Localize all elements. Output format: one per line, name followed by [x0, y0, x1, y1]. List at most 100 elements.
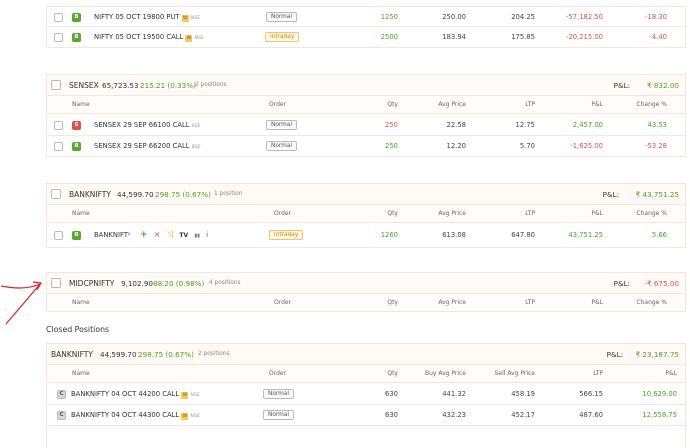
col-avg-price: Avg Price	[438, 210, 466, 217]
col-ltp: LTP	[525, 101, 535, 108]
col-avg-price: Avg Price	[438, 299, 466, 306]
table-row[interactable]: C BANKNIFTY 04 OCT 44300 CALL W NSE Norm…	[46, 405, 686, 426]
exchange-label: NSE	[190, 16, 201, 21]
instrument-name[interactable]: SENSEX 29 SEP 66200 CALL	[94, 142, 190, 150]
exchange-label: NSE	[190, 414, 200, 419]
ltp-value: 175.85	[511, 33, 535, 41]
table-row[interactable]: B NIFTY 05 OCT 19500 CALL W NSE Intraday…	[46, 27, 686, 48]
table-header: Name Order Qty Avg Price LTP P&L Change …	[46, 294, 686, 312]
change-value: -53.28	[645, 142, 667, 150]
col-avg-price: Avg Price	[438, 101, 466, 108]
exit-icon[interactable]: ×	[154, 230, 161, 239]
buy-badge: B	[72, 33, 81, 42]
exchange-label: NSE	[194, 36, 204, 41]
row-checkbox[interactable]	[54, 121, 63, 130]
avg-price-value: 183.94	[442, 33, 466, 41]
col-order: Order	[274, 299, 292, 306]
table-row[interactable]: C BANKNIFTY 04 OCT 44200 CALL W NSE Norm…	[46, 384, 686, 405]
instrument-name[interactable]: BANKNIFTʸ	[94, 231, 130, 239]
pnl-value: 43,751.25	[568, 231, 603, 239]
group-header-midcpnifty[interactable]: MIDCPNIFTY 9,102.90 88.20 (0.98%) 4 posi…	[46, 272, 686, 294]
qty-value: 250	[385, 142, 398, 150]
instrument-name[interactable]: NIFTY 05 OCT 19800 PUT	[94, 13, 180, 21]
instrument-name[interactable]: BANKNIFTY 04 OCT 44200 CALL	[71, 390, 179, 398]
row-actions: + × ⤨ TV ▮▮ i	[140, 230, 212, 240]
group-pnl-value: -₹ 675.00	[644, 279, 679, 288]
info-icon[interactable]: i	[206, 231, 208, 239]
weekly-badge: W	[181, 392, 189, 399]
instrument-name[interactable]: NIFTY 05 OCT 19500 CALL	[94, 33, 183, 41]
table-header: Name Order Qty Buy Avg Price Sell Avg Pr…	[46, 365, 686, 383]
col-ltp: LTP	[593, 370, 603, 377]
qty-value: 630	[385, 411, 398, 419]
group-price: 44,599.70	[117, 190, 154, 199]
buy-badge: B	[72, 231, 81, 240]
row-checkbox[interactable]	[54, 142, 63, 151]
group-pnl-value: ₹ 23,187.75	[635, 350, 679, 359]
group-header-closed-banknifty[interactable]: BANKNIFTY 44,599.70 298.75 (0.67%) 2 pos…	[46, 343, 686, 365]
add-icon[interactable]: +	[140, 230, 148, 240]
group-checkbox[interactable]	[51, 80, 61, 90]
exchange-label: NSE	[190, 393, 200, 398]
ltp-value: 566.15	[579, 390, 603, 398]
option-chain-icon[interactable]: ▮▮	[194, 233, 200, 239]
sell-avg-value: 458.19	[511, 390, 535, 398]
row-checkbox[interactable]	[54, 231, 63, 240]
ltp-value: 12.75	[515, 121, 535, 129]
pnl-value: -1,625.00	[570, 142, 603, 150]
ltp-value: 204.25	[511, 13, 535, 21]
order-type-tag: Normal	[266, 120, 297, 130]
group-change: 298.75 (0.67%)	[155, 190, 211, 199]
order-type-tag: Normal	[263, 410, 294, 420]
group-header-sensex[interactable]: SENSEX 65,723.53 215.21 (0.33%) 2 positi…	[46, 74, 686, 96]
sell-avg-value: 452.17	[511, 411, 535, 419]
sell-badge: S	[72, 121, 81, 130]
table-row[interactable]: B NIFTY 05 OCT 19800 PUT W NSE Normal 12…	[46, 6, 686, 27]
table-row[interactable]: B SENSEX 29 SEP 66200 CALL BSE Normal 25…	[46, 136, 686, 157]
instrument-name[interactable]: SENSEX 29 SEP 66100 CALL	[94, 121, 190, 129]
group-change: 88.20 (0.98%)	[153, 279, 205, 288]
col-qty: Qty	[387, 299, 398, 306]
col-order: Order	[274, 210, 292, 217]
col-pnl: P&L	[591, 101, 603, 108]
col-ltp: LTP	[525, 210, 535, 217]
change-value: -4.40	[649, 33, 667, 41]
group-checkbox[interactable]	[51, 189, 61, 199]
group-pnl-label: P&L:	[602, 190, 619, 199]
instrument-name[interactable]: BANKNIFTY 04 OCT 44300 CALL	[71, 411, 179, 419]
pnl-value: -20,215.00	[565, 33, 603, 41]
group-title: BANKNIFTY	[69, 190, 111, 199]
pnl-value: 2,457.00	[572, 121, 603, 129]
order-type-tag: Intraday	[265, 32, 300, 42]
ltp-value: 5.70	[519, 142, 535, 150]
col-change: Change %	[636, 101, 667, 108]
qty-value: 250	[385, 121, 398, 129]
change-value: -18.30	[645, 13, 667, 21]
exchange-label: BSE	[191, 124, 201, 129]
order-type-tag: Normal	[266, 12, 297, 22]
group-header-banknifty[interactable]: BANKNIFTY 44,599.70 298.75 (0.67%) 1 pos…	[46, 183, 686, 205]
convert-icon[interactable]: ⤨	[167, 230, 173, 240]
row-checkbox[interactable]	[54, 33, 63, 42]
avg-price-value: 250.00	[442, 13, 466, 21]
tradingview-chart-icon[interactable]: TV	[179, 232, 188, 239]
group-pnl-label: P&L:	[606, 350, 623, 359]
qty-value: 2500	[380, 33, 398, 41]
pnl-value: -57,182.50	[565, 13, 603, 21]
table-row[interactable]: B BANKNIFTʸ + × ⤨ TV ▮▮ i Intraday 1260 …	[46, 224, 686, 248]
ltp-value: 647.80	[511, 231, 535, 239]
closed-badge: C	[57, 390, 66, 399]
group-title: SENSEX	[69, 81, 99, 90]
change-value: 43.53	[647, 121, 667, 129]
group-change: 298.75 (0.67%)	[138, 350, 194, 359]
table-row[interactable]: S SENSEX 29 SEP 66100 CALL BSE Normal 25…	[46, 115, 686, 136]
group-position-count: 2 positions	[198, 351, 230, 357]
avg-price-value: 12.20	[446, 142, 466, 150]
closed-badge: C	[57, 411, 66, 420]
col-buy-avg-price: Buy Avg Price	[424, 370, 466, 377]
group-checkbox[interactable]	[51, 278, 61, 288]
table-header: Name Order Qty Avg Price LTP P&L Change …	[46, 96, 686, 114]
row-checkbox[interactable]	[54, 13, 63, 22]
group-pnl-value: ₹ 43,751.25	[635, 190, 679, 199]
annotation-arrow-icon	[0, 281, 42, 325]
